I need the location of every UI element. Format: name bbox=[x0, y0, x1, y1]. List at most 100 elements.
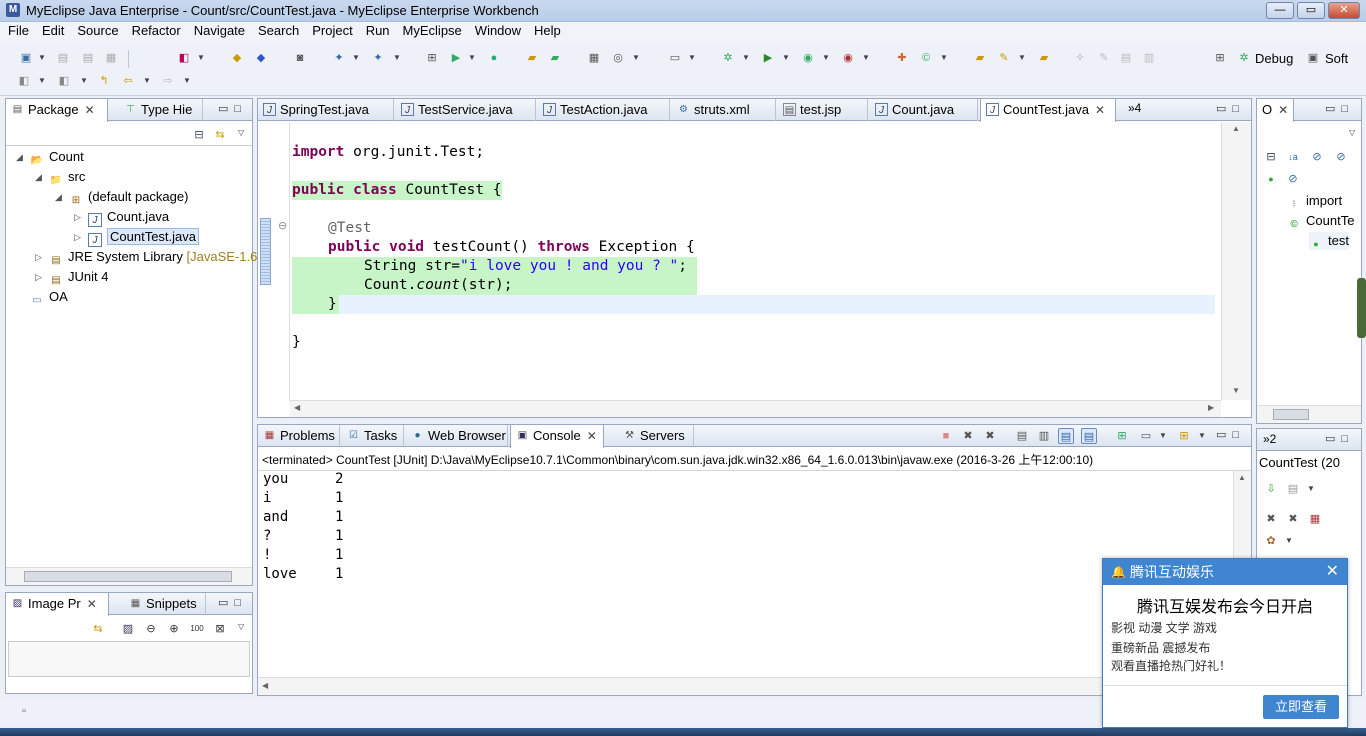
tab-struts-xml[interactable]: ⚙ struts.xml bbox=[672, 99, 776, 121]
outline-item-import[interactable]: ⁝ import bbox=[1287, 192, 1342, 210]
scroll-up-icon[interactable]: ▲ bbox=[1232, 124, 1240, 133]
run-icon[interactable]: ▶ bbox=[760, 50, 776, 66]
tree-item-count-project[interactable]: ◢ 📂 Count bbox=[16, 148, 84, 166]
pin-icon[interactable]: ✧ bbox=[1072, 50, 1088, 66]
open-perspective-icon[interactable]: ⊞ bbox=[1212, 50, 1228, 66]
hide-fields-icon[interactable]: ⊘ bbox=[1309, 149, 1325, 165]
tree-item-default-package[interactable]: ◢ ⊞ (default package) bbox=[55, 188, 188, 206]
task-icon[interactable]: ▦ bbox=[586, 50, 602, 66]
scroll-down-icon[interactable]: ▼ bbox=[1232, 386, 1240, 395]
view-minmax-controls[interactable]: ▭□ bbox=[1325, 432, 1354, 445]
chevron-down-icon[interactable]: ▼ bbox=[862, 50, 870, 66]
menu-search[interactable]: Search bbox=[250, 22, 304, 38]
run-coverage-icon[interactable]: ◉ bbox=[800, 50, 816, 66]
chevron-down-icon[interactable]: ▼ bbox=[1307, 481, 1315, 497]
tab-outline[interactable]: O ✕ bbox=[1256, 99, 1294, 122]
close-popup-icon[interactable]: ✕ bbox=[1326, 559, 1339, 585]
scroll-lock-icon[interactable]: ▥ bbox=[1036, 428, 1052, 444]
expand-arrow-icon[interactable]: ◢ bbox=[55, 188, 62, 206]
view-minmax-controls[interactable]: ▭□ bbox=[218, 102, 247, 115]
chevron-down-icon[interactable]: ▼ bbox=[183, 73, 191, 89]
zoom-out-icon[interactable]: ⊖ bbox=[143, 621, 159, 637]
chevron-down-icon[interactable]: ▼ bbox=[782, 50, 790, 66]
history-icon[interactable]: ✿ bbox=[1263, 533, 1279, 549]
tree-item-src[interactable]: ◢ 📁 src bbox=[35, 168, 85, 186]
chevron-down-icon[interactable]: ▼ bbox=[632, 50, 640, 66]
collapse-arrow-icon[interactable]: ▷ bbox=[74, 228, 81, 246]
chevron-down-icon[interactable]: ▼ bbox=[38, 73, 46, 89]
view-menu-icon[interactable]: ▽ bbox=[238, 125, 246, 141]
print-icon[interactable]: ▦ bbox=[103, 50, 119, 66]
deploy-icon[interactable]: ◆ bbox=[253, 50, 269, 66]
remove-all-icon[interactable]: ✖ bbox=[1285, 511, 1301, 527]
brush-icon[interactable]: ✎ bbox=[1096, 50, 1112, 66]
external-tools-icon[interactable]: ◉ bbox=[840, 50, 856, 66]
package-icon[interactable]: ◆ bbox=[229, 50, 245, 66]
open-console-icon[interactable]: ⊞ bbox=[1176, 428, 1192, 444]
menu-myeclipse[interactable]: MyEclipse bbox=[395, 22, 467, 38]
tab-type-hierarchy[interactable]: ⊤ Type Hie bbox=[119, 99, 203, 121]
chevron-down-icon[interactable]: ▼ bbox=[468, 50, 476, 66]
scrollbar-thumb[interactable] bbox=[1273, 409, 1309, 420]
tab-console[interactable]: ▣ Console ✕ bbox=[510, 425, 604, 448]
tab-package-explorer[interactable]: ▤ Package ✕ bbox=[5, 99, 108, 122]
tab-image-preview[interactable]: ▨ Image Pr ✕ bbox=[5, 593, 109, 616]
view-menu-icon[interactable]: ▽ bbox=[238, 619, 246, 635]
tab-snippets[interactable]: ▦ Snippets bbox=[124, 593, 206, 615]
close-icon[interactable]: ✕ bbox=[587, 429, 597, 443]
close-icon[interactable]: ✕ bbox=[1278, 103, 1288, 117]
view-minmax-controls[interactable]: ▭□ bbox=[1216, 102, 1245, 115]
image-fit-icon[interactable]: ▨ bbox=[120, 621, 136, 637]
chevron-down-icon[interactable]: ▼ bbox=[1285, 533, 1293, 549]
tab-problems[interactable]: ▦ Problems bbox=[258, 425, 340, 447]
debug-perspective-icon[interactable]: ✲ bbox=[1236, 50, 1252, 66]
remove-all-icon[interactable]: ✖ bbox=[982, 428, 998, 444]
debug-icon[interactable]: ✲ bbox=[720, 50, 736, 66]
chevron-down-icon[interactable]: ▼ bbox=[80, 73, 88, 89]
chevron-down-icon[interactable]: ▼ bbox=[352, 50, 360, 66]
menu-run[interactable]: Run bbox=[358, 22, 395, 38]
fold-marker-icon[interactable]: ⊖ bbox=[278, 219, 287, 232]
remove-icon[interactable]: ✖ bbox=[1263, 511, 1279, 527]
scroll-up-icon[interactable]: ▲ bbox=[1238, 473, 1246, 482]
collapse-arrow-icon[interactable]: ▷ bbox=[35, 268, 42, 286]
globe-icon[interactable]: ● bbox=[486, 50, 502, 66]
sort-icon[interactable]: ↓a bbox=[1285, 149, 1301, 165]
show-on-output-icon[interactable]: ▤ bbox=[1058, 428, 1074, 444]
wizard-icon[interactable]: ✦ bbox=[331, 50, 347, 66]
new-interface-icon[interactable]: © bbox=[918, 50, 934, 66]
tab-tasks[interactable]: ☑ Tasks bbox=[342, 425, 404, 447]
side-handle[interactable] bbox=[1357, 278, 1366, 338]
collapse-arrow-icon[interactable]: ▷ bbox=[35, 248, 42, 266]
hide-static-icon[interactable]: ⊘ bbox=[1333, 149, 1349, 165]
chevron-down-icon[interactable]: ▼ bbox=[38, 50, 46, 66]
tab-web-browser[interactable]: ● Web Browser bbox=[406, 425, 508, 447]
chevron-down-icon[interactable]: ▼ bbox=[1198, 428, 1206, 444]
close-icon[interactable]: ✕ bbox=[87, 597, 97, 611]
code-editor[interactable]: import org.junit.Test; public class Coun… bbox=[292, 123, 1215, 397]
pen-icon[interactable]: ✎ bbox=[996, 50, 1012, 66]
chevron-down-icon[interactable]: ▼ bbox=[940, 50, 948, 66]
search-icon[interactable]: ◎ bbox=[610, 50, 626, 66]
new-icon[interactable]: ▣ bbox=[18, 50, 34, 66]
save-icon[interactable]: ▤ bbox=[55, 50, 71, 66]
collapse-all-icon[interactable]: ⊟ bbox=[1263, 149, 1279, 165]
public-member-icon[interactable]: ● bbox=[1263, 171, 1279, 187]
view-minmax-controls[interactable]: ▭□ bbox=[218, 596, 247, 609]
next-failure-icon[interactable]: ⇩ bbox=[1263, 481, 1279, 497]
tree-item-jre-library[interactable]: ▷ ▤ JRE System Library [JavaSE-1.6] bbox=[35, 248, 261, 266]
expand-arrow-icon[interactable]: ◢ bbox=[35, 168, 42, 186]
view-minmax-controls[interactable]: ▭□ bbox=[1216, 428, 1245, 441]
horizontal-scrollbar[interactable] bbox=[6, 567, 252, 585]
editor-horizontal-scrollbar[interactable]: ◀ ▶ bbox=[290, 400, 1221, 417]
tab-count-java[interactable]: J Count.java bbox=[870, 99, 978, 121]
tab-overflow[interactable]: »4 bbox=[1128, 101, 1141, 115]
menu-refactor[interactable]: Refactor bbox=[124, 22, 186, 38]
view-minmax-controls[interactable]: ▭□ bbox=[1325, 102, 1354, 115]
scrollbar-thumb[interactable] bbox=[24, 571, 232, 582]
show-on-error-icon[interactable]: ▤ bbox=[1081, 428, 1097, 444]
menu-help[interactable]: Help bbox=[526, 22, 566, 38]
chevron-down-icon[interactable]: ▼ bbox=[822, 50, 830, 66]
menu-window[interactable]: Window bbox=[467, 22, 526, 38]
outline-horizontal-scrollbar[interactable] bbox=[1257, 405, 1361, 423]
